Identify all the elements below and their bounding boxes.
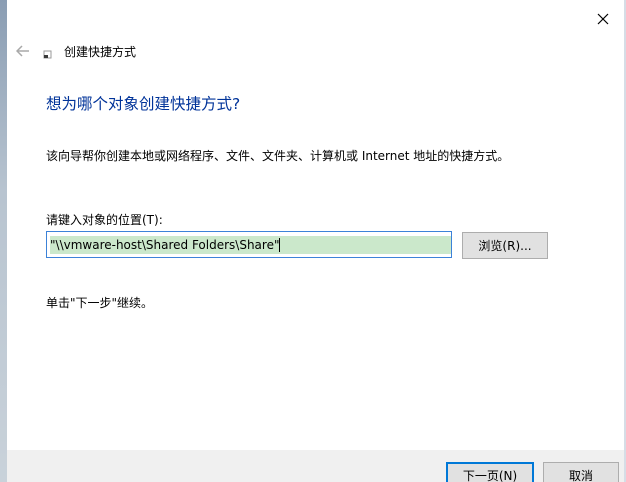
back-button[interactable]	[14, 42, 32, 60]
close-icon	[597, 13, 609, 25]
page-heading: 想为哪个对象创建快捷方式?	[46, 95, 241, 113]
browse-button[interactable]: 浏览(R)...	[462, 232, 548, 259]
back-arrow-icon	[16, 45, 29, 57]
background-strip	[0, 0, 7, 482]
location-input[interactable]: "\\vmware-host\Shared Folders\Share"	[46, 231, 452, 258]
continue-hint: 单击"下一步"继续。	[46, 296, 154, 310]
location-value: "\\vmware-host\Shared Folders\Share"	[50, 235, 452, 254]
wizard-title: 创建快捷方式	[64, 45, 137, 59]
wizard-description: 该向导帮你创建本地或网络程序、文件、文件夹、计算机或 Internet 地址的快…	[46, 149, 510, 163]
location-label: 请键入对象的位置(T):	[46, 213, 163, 227]
create-shortcut-window: 创建快捷方式 想为哪个对象创建快捷方式? 该向导帮你创建本地或网络程序、文件、文…	[0, 0, 626, 482]
shortcut-wizard-icon	[43, 50, 52, 59]
cancel-button[interactable]: 取消	[543, 462, 619, 482]
next-button[interactable]: 下一页(N)	[446, 462, 534, 482]
close-button[interactable]	[594, 10, 612, 28]
text-caret	[279, 237, 280, 252]
